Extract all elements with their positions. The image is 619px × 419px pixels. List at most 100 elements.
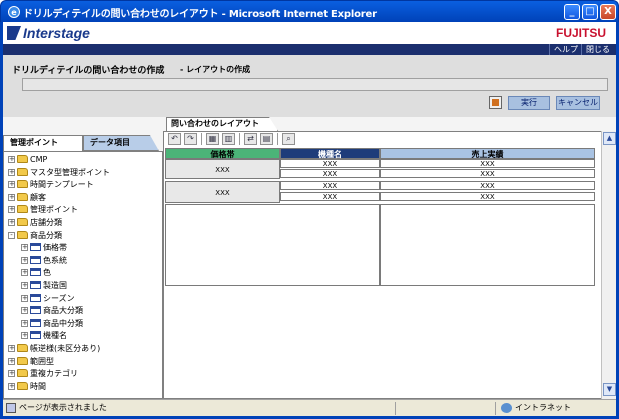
tree-item[interactable]: + 管理ポイント xyxy=(8,204,78,216)
brand-header: Interstage FUJITSU xyxy=(3,22,616,44)
model-cell[interactable]: XXX xyxy=(280,192,380,201)
value-cell[interactable]: XXX xyxy=(380,159,595,168)
toolbar-separator xyxy=(239,133,240,145)
tree-item-label: マスタ型管理ポイント xyxy=(30,167,110,177)
column-header-model-name[interactable]: 機種名 xyxy=(280,148,380,159)
expand-icon[interactable]: + xyxy=(8,206,15,214)
model-cell[interactable]: XXX xyxy=(280,169,380,178)
undo-icon[interactable]: ↶ xyxy=(168,133,181,145)
tree-item-label: 帳逆様(未区分あり) xyxy=(30,344,101,353)
row-header-cell[interactable]: XXX xyxy=(165,159,280,179)
tree-item-label: 時間 xyxy=(30,381,46,391)
field-icon xyxy=(30,243,41,252)
tree-item-label: 商品中分類 xyxy=(43,318,83,328)
tree-item[interactable]: + 顧客 xyxy=(8,192,46,204)
redo-icon[interactable]: ↷ xyxy=(184,133,197,145)
collapse-icon[interactable]: - xyxy=(8,231,15,239)
row-header-cell[interactable]: XXX xyxy=(165,181,280,203)
tree-item-label: 価格帯 xyxy=(43,243,67,253)
add-column-icon[interactable]: ▥ xyxy=(222,133,235,145)
tree-item-label: 範囲型 xyxy=(30,356,54,366)
expand-icon[interactable]: + xyxy=(8,345,15,352)
expand-icon[interactable]: + xyxy=(8,156,15,163)
window-titlebar[interactable]: e ドリルディテイルの問い合わせのレイアウト - Microsoft Inter… xyxy=(0,0,619,22)
tree-item[interactable]: + 店舗分類 xyxy=(8,217,62,229)
column-header-sales-actual[interactable]: 売上実績 xyxy=(380,148,595,159)
tree-item[interactable]: + マスタ型管理ポイント xyxy=(8,167,110,179)
tree-item[interactable]: + 商品大分類 xyxy=(21,305,83,317)
tree-item-label: 商品大分類 xyxy=(43,306,83,316)
tree-item-label: 機種名 xyxy=(43,331,67,341)
tree-item[interactable]: + 価格帯 xyxy=(21,242,67,254)
tree-item[interactable]: + 色系統 xyxy=(21,255,67,267)
swap-icon[interactable]: ⇄ xyxy=(244,133,257,145)
grid-settings-icon[interactable]: ▤ xyxy=(260,133,273,145)
model-cell[interactable]: XXX xyxy=(280,159,380,168)
tree-item-label: 時間テンプレート xyxy=(30,180,94,190)
field-icon xyxy=(30,318,41,327)
field-icon xyxy=(30,268,41,277)
tree-item[interactable]: + 機種名 xyxy=(21,330,67,342)
close-window-button[interactable]: X xyxy=(600,4,616,20)
expand-icon[interactable]: + xyxy=(8,181,15,189)
expand-icon[interactable]: + xyxy=(21,244,28,252)
expand-icon[interactable]: + xyxy=(8,370,15,378)
tree-item-label: 色 xyxy=(43,268,51,278)
vertical-scrollbar[interactable]: ▲ ▼ xyxy=(601,131,616,399)
expand-icon[interactable]: + xyxy=(21,256,28,264)
cancel-button[interactable]: キャンセル xyxy=(556,96,600,110)
minimize-button[interactable]: _ xyxy=(564,4,580,20)
tree-item[interactable]: + 時間テンプレート xyxy=(8,179,94,191)
tree-item[interactable]: + 製造国 xyxy=(21,280,67,292)
expand-icon[interactable]: + xyxy=(21,319,28,327)
page-title: ドリルディテイルの問い合わせの作成 xyxy=(12,66,165,76)
expand-icon[interactable]: + xyxy=(8,357,15,365)
tree-item[interactable]: + 重複カテゴリ xyxy=(8,368,78,380)
column-header-price-range[interactable]: 価格帯 xyxy=(165,148,280,159)
add-row-icon[interactable]: ▦ xyxy=(206,133,219,145)
value-cell[interactable]: XXX xyxy=(380,192,595,201)
expand-icon[interactable]: + xyxy=(8,193,15,201)
tree-item-label: 重複カテゴリ xyxy=(30,369,78,379)
intranet-icon xyxy=(501,403,512,413)
tree-item[interactable]: + 帳逆様(未区分あり) xyxy=(8,343,100,355)
expand-icon[interactable]: + xyxy=(8,168,15,176)
run-button[interactable]: 実行 xyxy=(508,96,550,110)
scroll-down-icon[interactable]: ▼ xyxy=(603,383,616,396)
status-bar: ページが表示されました イントラネット xyxy=(3,399,616,416)
tab-management-points[interactable]: 管理ポイント xyxy=(3,135,83,151)
tree-item[interactable]: + 色 xyxy=(21,267,51,279)
tree-item[interactable]: + 範囲型 xyxy=(8,356,54,368)
expand-icon[interactable]: + xyxy=(8,219,15,226)
expand-icon[interactable]: + xyxy=(8,382,15,390)
tool-icon[interactable] xyxy=(489,96,502,109)
tab-data-items[interactable]: データ項目 xyxy=(83,135,159,151)
tree-item[interactable]: + 時間 xyxy=(8,381,46,393)
maximize-button[interactable]: □ xyxy=(582,4,598,20)
status-text: ページが表示されました xyxy=(19,403,107,412)
value-cell[interactable]: XXX xyxy=(380,181,595,190)
tree-item[interactable]: + 商品中分類 xyxy=(21,318,83,330)
help-button[interactable]: ヘルプ xyxy=(549,44,582,55)
scroll-up-icon[interactable]: ▲ xyxy=(603,132,616,145)
model-cell[interactable]: XXX xyxy=(280,181,380,190)
toolbar-separator xyxy=(277,133,278,145)
close-button[interactable]: 閉じる xyxy=(581,44,614,55)
value-cell[interactable]: XXX xyxy=(380,169,595,178)
expand-icon[interactable]: + xyxy=(21,294,28,302)
tree-item[interactable]: + CMP xyxy=(8,154,47,166)
folder-icon xyxy=(17,155,28,163)
expand-icon[interactable]: + xyxy=(21,282,28,289)
expand-icon[interactable]: + xyxy=(21,269,28,277)
internet-explorer-icon: e xyxy=(8,6,20,18)
tab-query-layout[interactable]: 問い合わせのレイアウト xyxy=(166,117,278,131)
field-icon xyxy=(30,293,41,302)
expand-icon[interactable]: + xyxy=(21,307,28,315)
tree-item-label: 商品分類 xyxy=(30,230,62,240)
toolbar-separator xyxy=(201,133,202,145)
search-icon[interactable]: ⌕ xyxy=(282,133,295,145)
tree-item[interactable]: + シーズン xyxy=(21,293,75,305)
expand-icon[interactable]: + xyxy=(21,332,28,340)
tree-item[interactable]: - 商品分類 xyxy=(8,230,62,242)
svg-text:e: e xyxy=(11,8,17,17)
